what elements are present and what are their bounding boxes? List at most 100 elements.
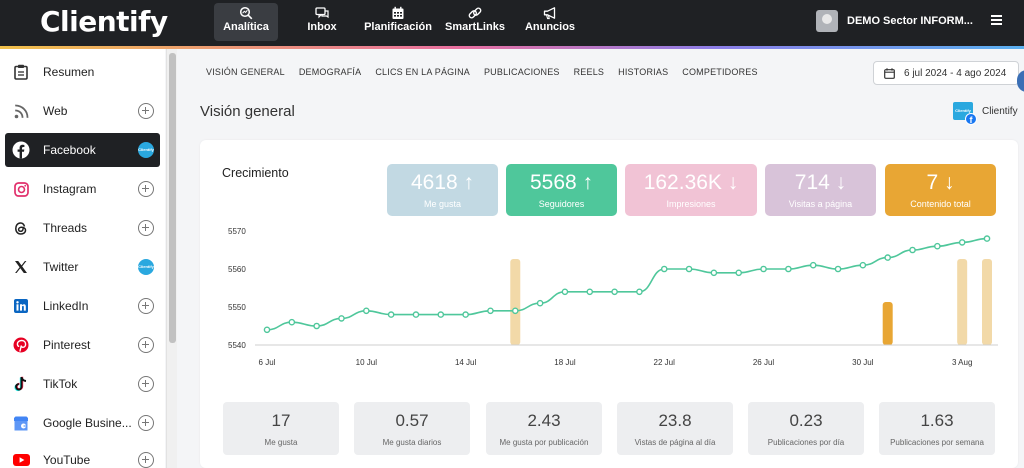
sidebar-item-label: Web bbox=[43, 104, 68, 118]
kpi-seguidores[interactable]: 5568 ↑ Seguidores bbox=[506, 164, 617, 216]
analytics-icon bbox=[239, 6, 253, 20]
sidebar-item-youtube[interactable]: YouTube bbox=[5, 443, 160, 468]
connected-account-badge[interactable]: Clientify bbox=[138, 142, 154, 158]
sidebar-item-twitter[interactable]: Twitter Clientify bbox=[5, 250, 160, 284]
connected-account-badge[interactable]: Clientify bbox=[138, 259, 154, 275]
sidebar-item-web[interactable]: Web bbox=[5, 94, 160, 128]
stat-value: 1.63 bbox=[920, 411, 954, 430]
tab-clics[interactable]: CLICS EN LA PÁGINA bbox=[375, 67, 470, 77]
data-point bbox=[934, 242, 941, 250]
arrow-down-icon: ↓ bbox=[721, 171, 739, 194]
add-account-button[interactable] bbox=[138, 415, 154, 431]
facebook-icon bbox=[12, 141, 30, 159]
data-point bbox=[735, 269, 743, 277]
stat-label: Me gusta bbox=[264, 438, 298, 447]
content-bar bbox=[957, 259, 968, 345]
sidebar-item-linkedin[interactable]: LinkedIn bbox=[5, 289, 160, 323]
sidebar-item-label: Twitter bbox=[43, 260, 79, 274]
nav-label: Planificación bbox=[364, 21, 432, 33]
growth-chart: 5540 5550 5560 5570 6 Jul 10 Jul 14 Jul 18 Jul 2… bbox=[228, 227, 998, 367]
user-menu[interactable]: DEMO Sector INFORM... bbox=[816, 10, 973, 32]
sidebar-item-label: Resumen bbox=[43, 65, 95, 79]
scroll-thumb[interactable] bbox=[169, 53, 176, 343]
help-tab[interactable] bbox=[1017, 70, 1024, 92]
add-account-button[interactable] bbox=[138, 376, 154, 392]
sidebar-item-pinterest[interactable]: Pinterest bbox=[5, 328, 160, 362]
y-tick-label: 5570 bbox=[228, 227, 246, 236]
x-tick-label: 10 Jul bbox=[356, 358, 378, 367]
data-point bbox=[958, 239, 966, 246]
stat-value: 2.43 bbox=[527, 411, 561, 430]
kpi-contenido-total[interactable]: 7 ↓ Contenido total bbox=[885, 164, 996, 216]
tab-publicaciones[interactable]: PUBLICACIONES bbox=[484, 67, 560, 77]
tab-vision-general[interactable]: VISIÓN GENERAL bbox=[206, 67, 285, 77]
nav-planificacion[interactable]: Planificación bbox=[364, 3, 432, 41]
tab-reels[interactable]: REELS bbox=[574, 67, 605, 77]
stat-card: 2.43 Me gusta por publicación bbox=[486, 402, 602, 455]
sidebar-scrollbar[interactable] bbox=[166, 49, 177, 468]
instagram-icon bbox=[12, 180, 30, 198]
data-point bbox=[437, 311, 445, 318]
y-tick-label: 5550 bbox=[228, 303, 246, 312]
kpi-me-gusta[interactable]: 4618 ↑ Me gusta bbox=[387, 164, 498, 216]
page-title: Visión general bbox=[200, 103, 295, 120]
y-tick-label: 5540 bbox=[228, 341, 246, 350]
sidebar-item-google-business[interactable]: Google Busine... bbox=[5, 406, 160, 440]
add-account-button[interactable] bbox=[138, 298, 154, 314]
data-point bbox=[809, 261, 817, 269]
add-account-button[interactable] bbox=[138, 181, 154, 197]
add-account-button[interactable] bbox=[138, 452, 154, 468]
growth-title: Crecimiento bbox=[222, 166, 289, 180]
date-range-picker[interactable]: 6 jul 2024 - 4 ago 2024 bbox=[873, 61, 1019, 85]
arrow-down-icon: ↓ bbox=[829, 171, 847, 194]
add-account-button[interactable] bbox=[138, 103, 154, 119]
data-point bbox=[288, 318, 296, 326]
stat-label: Publicaciones por semana bbox=[890, 438, 984, 447]
stat-label: Publicaciones por día bbox=[767, 438, 845, 447]
sidebar-item-label: Facebook bbox=[43, 143, 96, 157]
add-account-button[interactable] bbox=[138, 220, 154, 236]
data-point bbox=[387, 311, 395, 318]
nav-smartlinks[interactable]: SmartLinks bbox=[445, 3, 505, 41]
kpi-value: 4618 bbox=[410, 171, 458, 194]
kpi-value: 714 bbox=[794, 171, 830, 194]
stat-label: Me gusta diarios bbox=[382, 438, 442, 447]
link-icon bbox=[468, 7, 482, 19]
sidebar-item-tiktok[interactable]: TikTok bbox=[5, 367, 160, 401]
calendar-icon bbox=[884, 67, 895, 79]
nav-label: Analítica bbox=[223, 21, 269, 33]
avatar bbox=[816, 10, 838, 32]
x-tick-label: 6 Jul bbox=[259, 358, 276, 367]
kpi-impresiones[interactable]: 162.36K ↓ Impresiones bbox=[625, 164, 757, 216]
y-tick-label: 5560 bbox=[228, 265, 246, 274]
app-logo[interactable]: Clientify bbox=[40, 5, 168, 38]
data-point bbox=[363, 307, 370, 315]
nav-inbox[interactable]: Inbox bbox=[296, 3, 348, 41]
data-point bbox=[511, 307, 519, 315]
stat-card: 23.8 Vistas de página al día bbox=[617, 402, 733, 455]
add-account-button[interactable] bbox=[138, 337, 154, 353]
tab-demografia[interactable]: DEMOGRAFÍA bbox=[299, 67, 362, 77]
content-bar bbox=[882, 302, 893, 345]
stat-card: 0.57 Me gusta diarios bbox=[354, 402, 470, 455]
sidebar-item-instagram[interactable]: Instagram bbox=[5, 172, 160, 206]
x-tick-label: 26 Jul bbox=[753, 358, 775, 367]
data-point bbox=[660, 265, 668, 273]
sidebar-item-facebook[interactable]: Facebook Clientify bbox=[5, 133, 160, 167]
nav-anuncios[interactable]: Anuncios bbox=[524, 3, 576, 41]
sidebar-item-resumen[interactable]: Resumen bbox=[5, 55, 160, 89]
google-business-icon bbox=[12, 414, 30, 432]
menu-icon[interactable] bbox=[991, 15, 1002, 27]
megaphone-icon bbox=[543, 7, 556, 20]
sidebar-item-threads[interactable]: Threads bbox=[5, 211, 160, 245]
sidebar-item-label: Google Busine... bbox=[43, 416, 132, 430]
kpi-visitas-pagina[interactable]: 714 ↓ Visitas a página bbox=[765, 164, 876, 216]
data-point bbox=[685, 265, 693, 273]
arrow-down-icon: ↓ bbox=[938, 171, 955, 194]
tab-competidores[interactable]: COMPETIDORES bbox=[682, 67, 757, 77]
tab-historias[interactable]: HISTORIAS bbox=[618, 67, 668, 77]
data-point bbox=[834, 265, 842, 273]
data-point bbox=[909, 246, 916, 254]
data-point bbox=[487, 307, 494, 315]
nav-analitica[interactable]: Analítica bbox=[214, 3, 278, 41]
